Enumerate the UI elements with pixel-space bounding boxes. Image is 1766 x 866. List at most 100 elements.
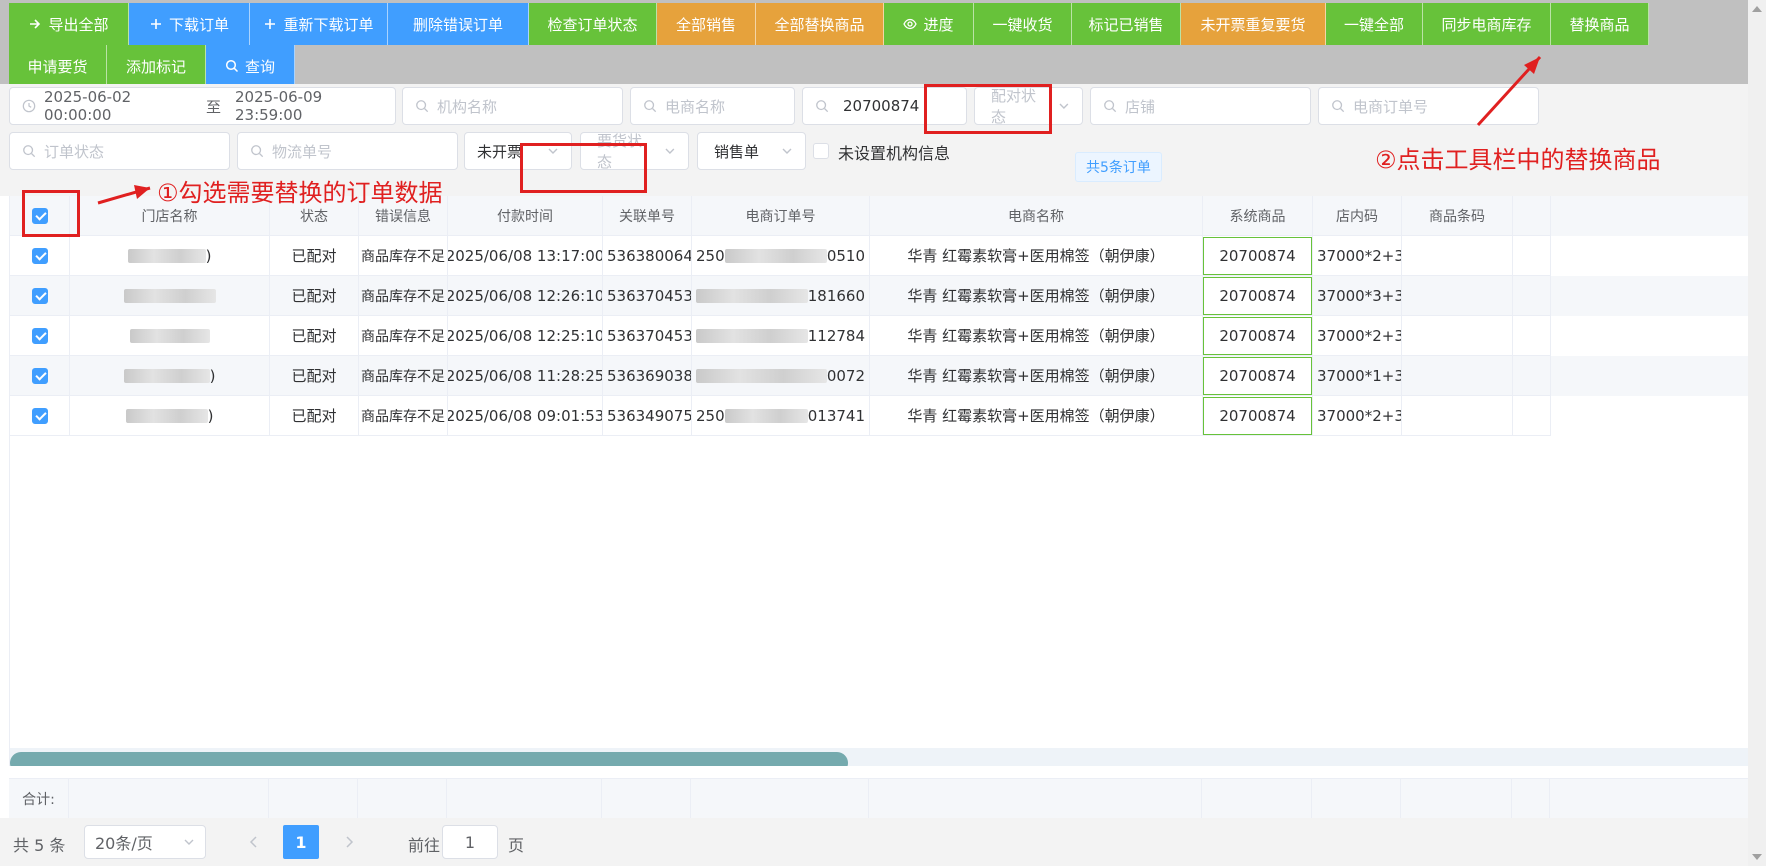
error-cell: 商品库存不足 [359,356,448,396]
shop-input[interactable]: 店铺 [1090,87,1311,125]
page-unit-label: 页 [508,836,525,855]
ecom-order-cell: 181660 [692,276,870,316]
order-number-tail: 112784 [807,326,865,345]
order-type-select[interactable]: 销售单 [697,132,806,170]
prev-page-button[interactable] [236,825,272,859]
toolbar: 导出全部 下载订单 重新下载订单 删除错误订单 检查订单状态 全部销售 全部替换商品 进度 一键… [0,0,1766,87]
toolbar-button-row2-1[interactable]: 申请要货 [9,45,107,87]
toolbar-button-row1-11[interactable]: 未开票重复要货 [1181,3,1326,45]
chevron-down-icon [1059,103,1069,109]
row-select-cell [10,396,70,436]
table-row[interactable]: 已配对商品库存不足2025/06/08 12:25:10536370453...… [10,316,1760,356]
summary-row: 合计: [9,778,1759,819]
toolbar-button-row2-3[interactable]: 查询 [206,45,295,87]
table-row[interactable]: ) 已配对商品库存不足2025/06/08 13:17:00536380064..… [10,236,1760,276]
toolbar-button-label: 检查订单状态 [547,15,638,34]
current-page-button[interactable]: 1 [283,825,319,859]
toolbar-button-row1-6[interactable]: 全部销售 [657,3,756,45]
toolbar-button-row1-3[interactable]: 重新下载订单 [250,3,388,45]
row-select-cell [10,356,70,396]
goto-page-input[interactable]: 1 [442,825,498,859]
order-status-input[interactable]: 订单状态 [9,132,230,170]
toolbar-button-label: 重新下载订单 [283,15,374,34]
scroll-up-icon[interactable] [1752,6,1762,12]
chevron-down-icon [665,148,675,154]
annotation-step-1: ①勾选需要替换的订单数据 [157,179,443,207]
toolbar-button-row2-2[interactable]: 添加标记 [107,45,206,87]
horizontal-scrollbar-thumb[interactable] [10,752,848,766]
summary-cell [69,779,269,819]
date-range-picker[interactable]: 2025-06-02 00:00:00 至 2025-06-09 23:59:0… [9,87,396,125]
row-checkbox[interactable] [31,407,48,424]
page-size-value: 20条/页 [95,834,153,853]
search-icon [416,100,429,113]
column-header: 店内码 [1313,196,1402,236]
row-checkbox[interactable] [31,247,48,264]
table-row[interactable]: ) 已配对商品库存不足2025/06/08 09:01:53536349075..… [10,396,1760,436]
row-checkbox[interactable] [31,287,48,304]
org-name-input[interactable]: 机构名称 [402,87,623,125]
row-spacer [1513,396,1551,436]
toolbar-button-row1-1[interactable]: 导出全部 [9,3,129,45]
toolbar-button-row1-12[interactable]: 一键全部 [1326,3,1423,45]
toolbar-button-row1-5[interactable]: 检查订单状态 [529,3,657,45]
system-product-input[interactable]: 20700874 [1203,276,1312,315]
highlight-select-all [22,190,80,237]
toolbar-button-row1-14[interactable]: 替换商品 [1551,3,1649,45]
goto-label: 前往 [408,836,441,855]
toolbar-button-label: 未开票重复要货 [1200,15,1306,34]
ecom-order-cell: 250 0510 [692,236,870,276]
page-size-select[interactable]: 20条/页 [84,825,206,859]
ecom-order-input[interactable]: 电商订单号 [1318,87,1539,125]
toolbar-button-row1-9[interactable]: 一键收货 [974,3,1072,45]
column-header: 系统商品 [1203,196,1313,236]
pay-time-cell: 2025/06/08 09:01:53 [448,396,603,436]
chevron-right-icon [346,836,354,848]
logistics-input[interactable]: 物流单号 [237,132,458,170]
toolbar-button-label: 删除错误订单 [412,15,503,34]
ecom-order-cell: 250 013741 [692,396,870,436]
toolbar-button-row1-7[interactable]: 全部替换商品 [756,3,884,45]
system-product-input[interactable]: 20700874 [1203,316,1312,355]
ecom-order-placeholder: 电商订单号 [1353,97,1429,116]
vertical-scrollbar[interactable] [1748,0,1766,866]
redacted-text [123,288,216,303]
system-product-input[interactable]: 20700874 [1203,396,1312,435]
clock-icon [22,99,36,113]
toolbar-button-label: 全部替换商品 [774,15,865,34]
next-page-button[interactable] [331,825,367,859]
no-org-checkbox[interactable] [813,143,829,159]
orders-table: 门店名称 状态 错误信息 付款时间 关联单号 电商订单号 电商名称 系统商品 店内码 商品条码 )… [9,196,1760,766]
redacted-text [123,368,210,383]
scroll-down-icon[interactable] [1752,854,1762,860]
column-header-spacer [1513,196,1551,236]
toolbar-button-label: 进度 [923,15,954,34]
toolbar-button-row1-13[interactable]: 同步电商库存 [1423,3,1551,45]
toolbar-button-label: 下载订单 [168,15,229,34]
toolbar-button-row1-10[interactable]: 标记已销售 [1072,3,1181,45]
chevron-left-icon [249,836,257,848]
table-row[interactable]: ) 已配对商品库存不足2025/06/08 11:28:25536369038..… [10,356,1760,396]
table-row[interactable]: 已配对商品库存不足2025/06/08 12:26:10536370453...… [10,276,1760,316]
ecom-name-cell: 华青 红霉素软膏+医用棉签（朝伊康） [870,236,1203,276]
column-header: 电商名称 [870,196,1203,236]
order-status-placeholder: 订单状态 [44,142,105,161]
ecom-name-input[interactable]: 电商名称 [630,87,795,125]
toolbar-button-row1-8[interactable]: 进度 [884,3,974,45]
summary-cell [447,779,602,819]
system-product-input[interactable]: 20700874 [1203,356,1312,395]
system-product-input[interactable]: 20700874 [1203,236,1312,275]
pay-time-cell: 2025/06/08 11:28:25 [448,356,603,396]
eye-icon [903,17,918,31]
ecom-name-cell: 华青 红霉素软膏+医用棉签（朝伊康） [870,316,1203,356]
store-name-cell [70,316,270,356]
row-checkbox[interactable] [31,367,48,384]
summary-cell [1512,779,1550,819]
row-checkbox[interactable] [31,327,48,344]
toolbar-button-row1-4[interactable]: 删除错误订单 [388,3,529,45]
redacted-text [696,368,827,383]
search-icon [816,100,829,113]
pay-time-cell: 2025/06/08 13:17:00 [448,236,603,276]
row-spacer [1513,356,1551,396]
toolbar-button-row1-2[interactable]: 下载订单 [129,3,250,45]
